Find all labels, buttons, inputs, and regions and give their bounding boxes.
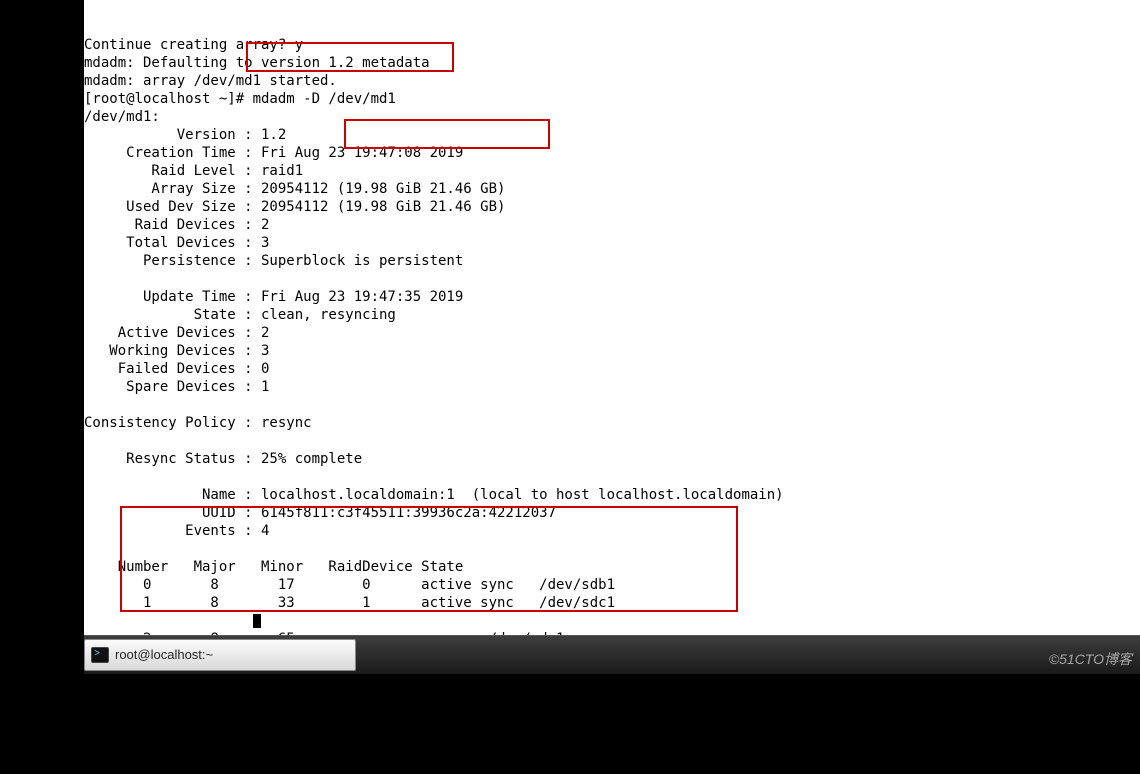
taskbar: root@localhost:~: [84, 635, 1140, 674]
taskbar-item-terminal[interactable]: root@localhost:~: [84, 639, 356, 671]
text-cursor: [253, 614, 261, 628]
taskbar-item-label: root@localhost:~: [115, 646, 213, 664]
terminal-output: Continue creating array? y mdadm: Defaul…: [84, 36, 1140, 666]
terminal-window[interactable]: Continue creating array? y mdadm: Defaul…: [84, 0, 1140, 636]
watermark: ©51CTO博客: [1049, 650, 1132, 668]
terminal-icon: [91, 647, 109, 663]
